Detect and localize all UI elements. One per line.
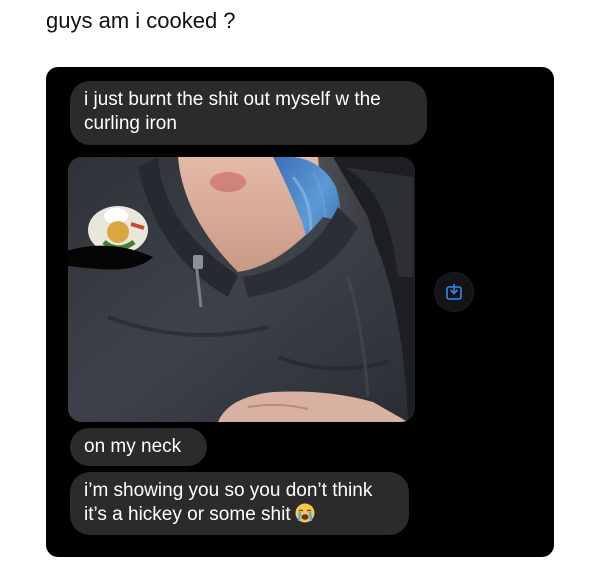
photo-attachment[interactable] [68,157,415,422]
loudly-crying-face-icon [295,503,315,523]
meme-post: guys am i cooked ? i just burnt the shit… [0,0,600,567]
message-text-line: curling iron [84,113,177,134]
message-bubble[interactable]: on my neck [70,428,207,466]
message-text-line: i’m showing you so you don’t think [84,480,373,501]
post-caption: guys am i cooked ? [46,8,236,33]
message-text-line: it’s a hickey or some shit [84,503,395,527]
photo-image [68,157,415,422]
message-text-fragment: it’s a hickey or some shit [84,504,291,525]
message-text-line: i just burnt the shit out myself w the [84,89,381,110]
message-text-line: on my neck [84,436,182,457]
message-bubble[interactable]: i’m showing you so you don’t think it’s … [70,472,409,535]
save-to-device-icon [446,284,462,300]
chat-screenshot: i just burnt the shit out myself w the c… [46,67,554,557]
save-button[interactable] [434,272,474,312]
message-bubble[interactable]: i just burnt the shit out myself w the c… [70,81,427,145]
